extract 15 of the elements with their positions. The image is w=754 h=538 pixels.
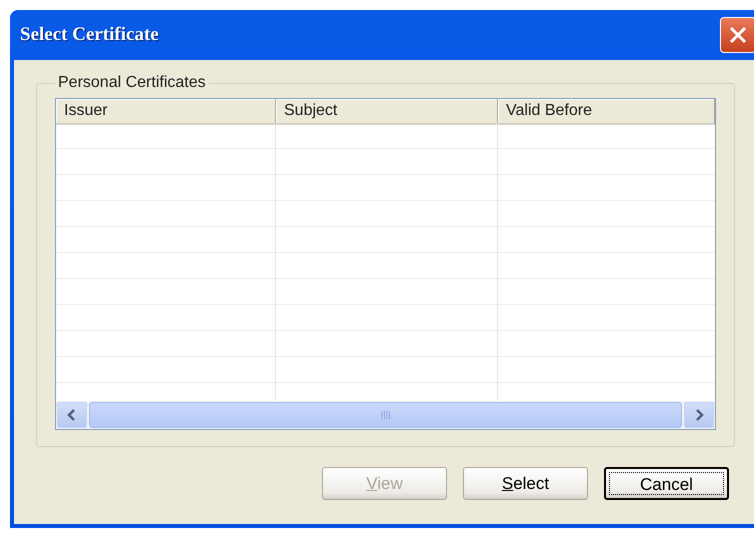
dialog-button[interactable]: Cancel xyxy=(604,467,729,500)
window-title: Select Certificate xyxy=(20,24,159,46)
column-header[interactable]: Valid Before xyxy=(498,99,715,125)
close-button[interactable] xyxy=(720,17,754,53)
group-label: Personal Certificates xyxy=(57,74,207,92)
close-icon xyxy=(728,25,748,45)
scroll-right-button[interactable] xyxy=(684,402,714,428)
certificate-list[interactable]: Issuer Subject Valid Before xyxy=(55,98,716,430)
column-header[interactable]: Issuer xyxy=(56,99,276,125)
dialog-button[interactable]: Select xyxy=(463,467,588,500)
scroll-left-button[interactable] xyxy=(57,402,87,428)
horizontal-scrollbar[interactable] xyxy=(56,401,715,429)
scroll-thumb[interactable] xyxy=(89,402,682,428)
column-header[interactable]: Subject xyxy=(276,99,498,125)
grip-icon xyxy=(380,411,390,419)
